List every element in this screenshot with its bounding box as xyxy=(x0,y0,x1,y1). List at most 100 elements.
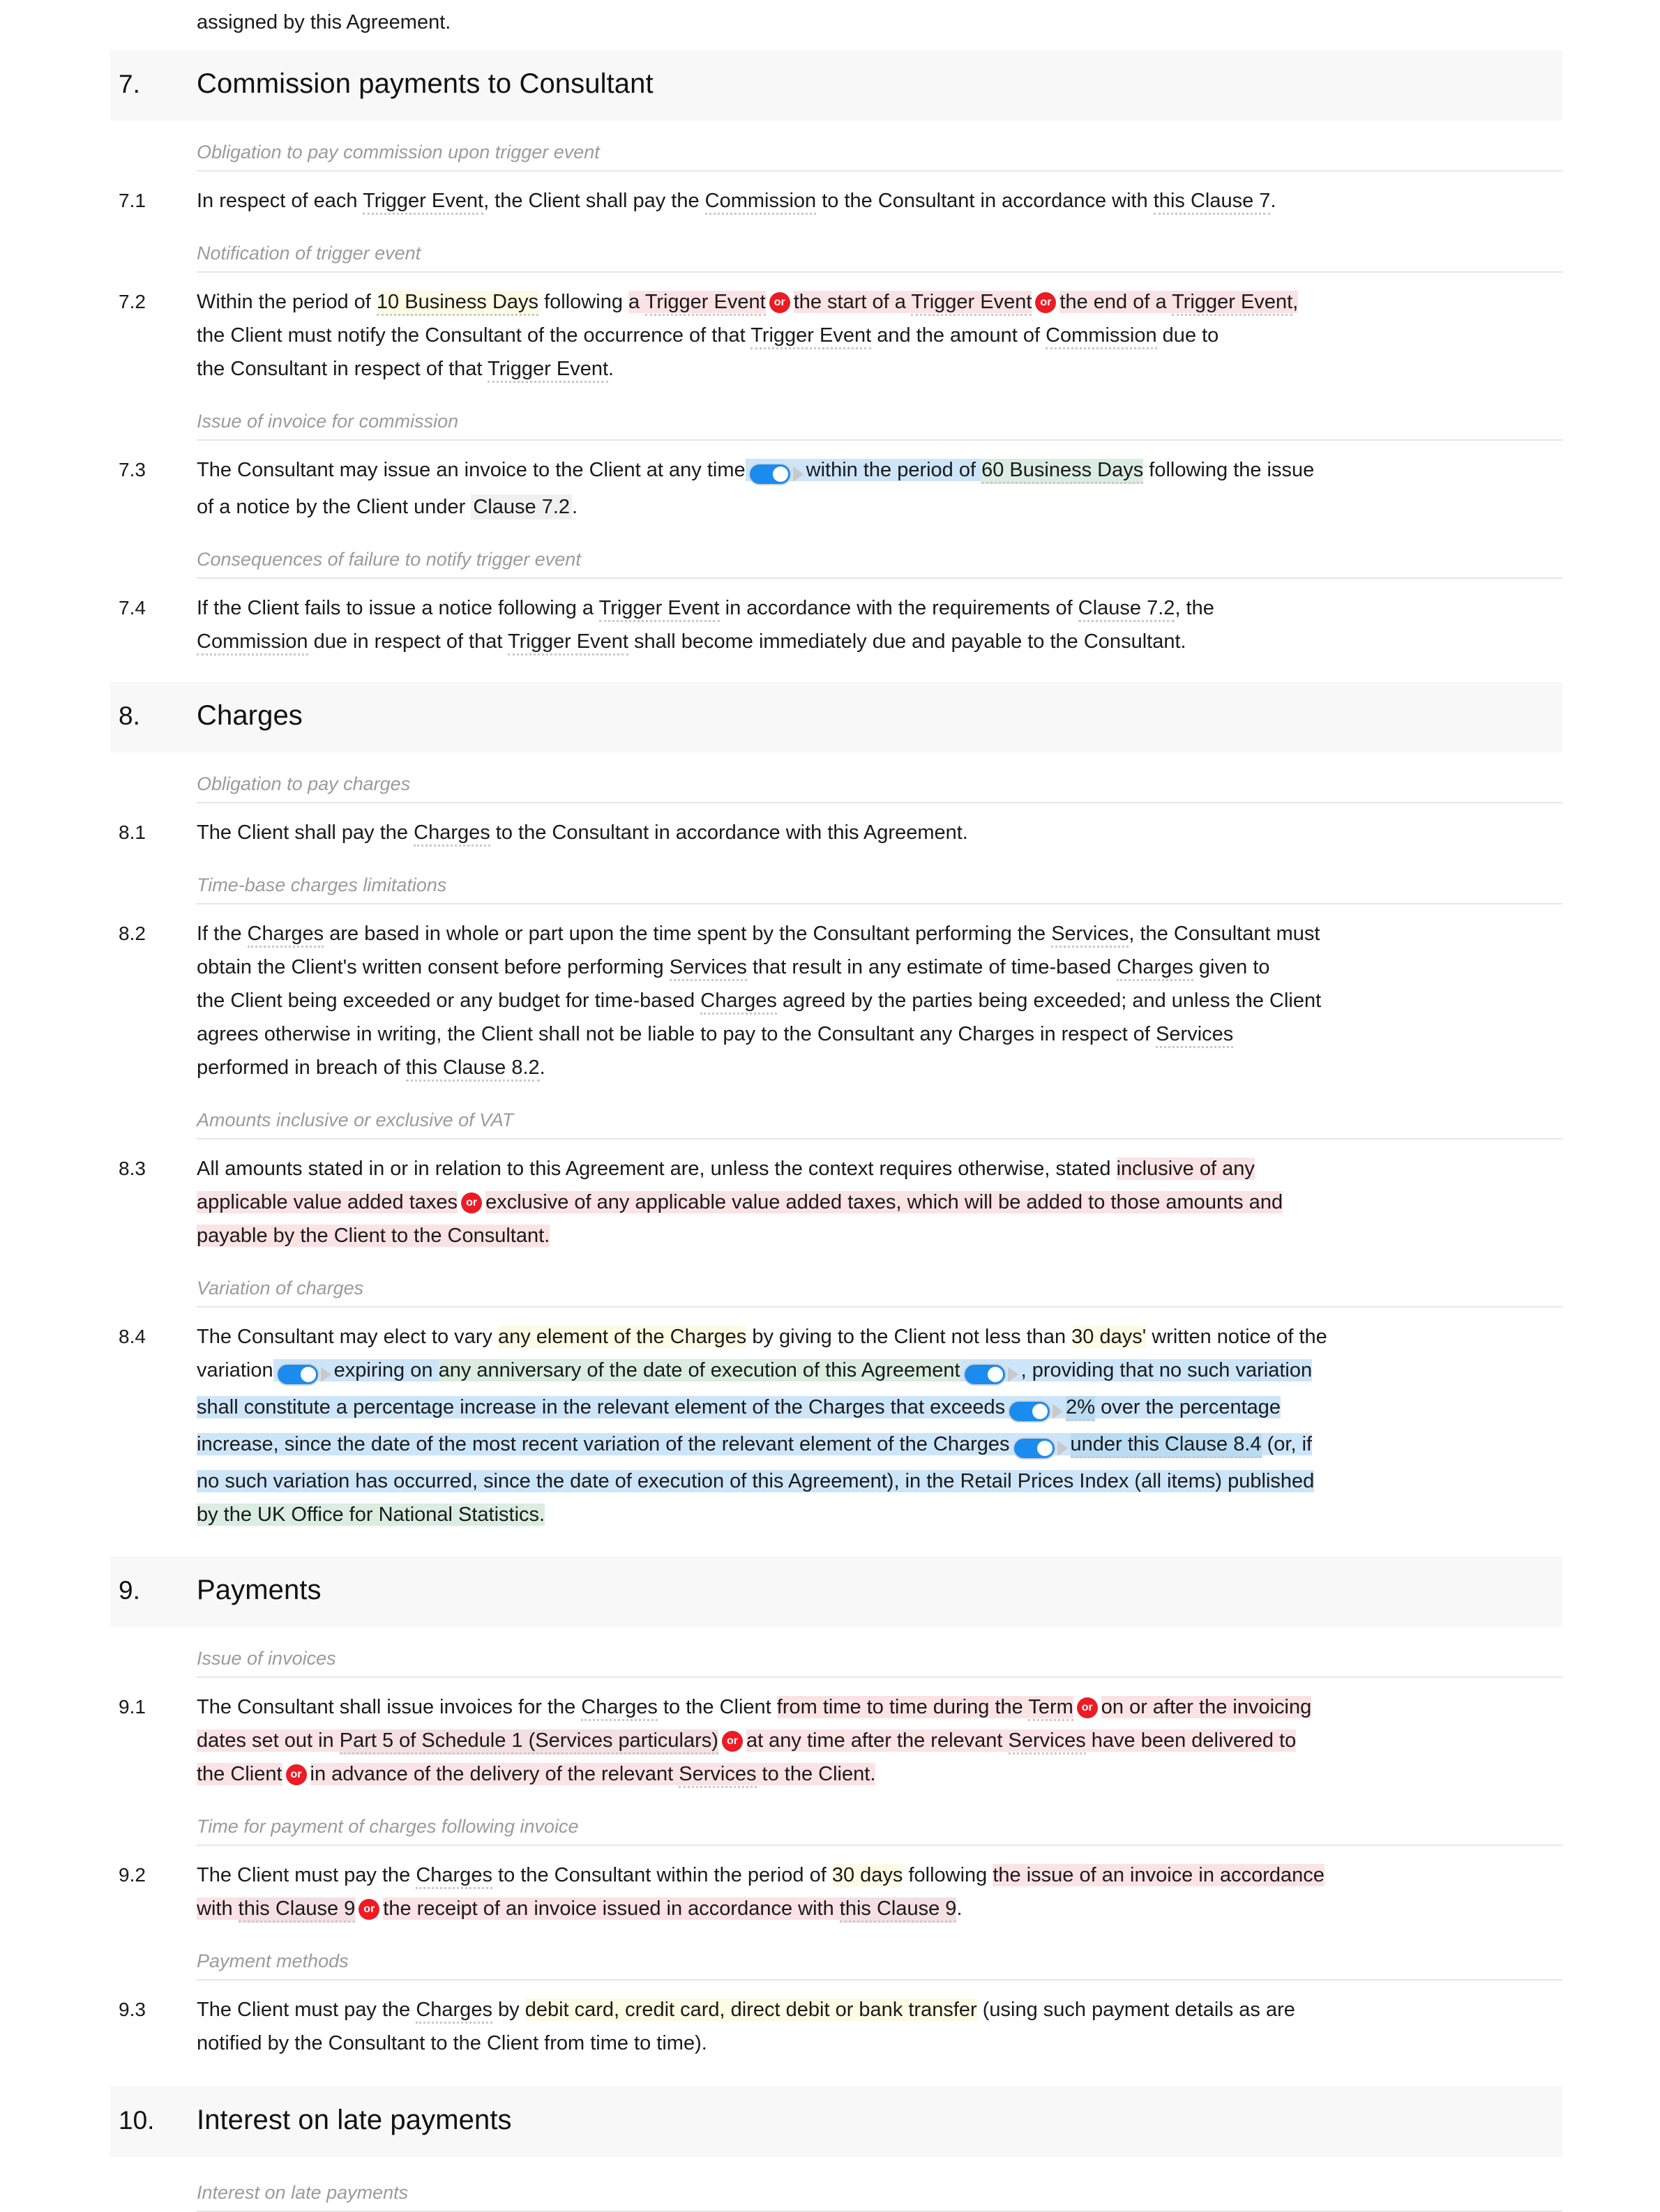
option-1[interactable]: a Trigger Event xyxy=(628,291,766,316)
section-number: 7. xyxy=(119,70,140,98)
option-2-line2[interactable]: dates set out in Part 5 of Schedule 1 (S… xyxy=(197,1729,718,1755)
option-1-line1[interactable]: inclusive of any xyxy=(1116,1158,1255,1180)
defined-term-services[interactable]: Services xyxy=(669,956,747,981)
text-run: dates set out in xyxy=(197,1729,340,1752)
toggle-pill[interactable] xyxy=(1012,1437,1056,1460)
defined-term-services[interactable]: Services xyxy=(1156,1023,1234,1048)
defined-term-services[interactable]: Services xyxy=(679,1763,757,1788)
defined-term-trigger-event[interactable]: Trigger Event xyxy=(750,324,872,349)
defined-term-charges[interactable]: Charges xyxy=(414,821,490,847)
defined-term-trigger-event[interactable]: Trigger Event xyxy=(911,291,1032,316)
toggle-switch[interactable] xyxy=(1008,1394,1064,1427)
defined-term-services[interactable]: Services xyxy=(1008,1729,1086,1755)
option-1-line2[interactable]: applicable value added taxes xyxy=(197,1191,458,1213)
defined-term-commission[interactable]: Commission xyxy=(1046,324,1157,349)
defined-term-trigger-event[interactable]: Trigger Event xyxy=(1172,291,1293,316)
or-badge[interactable]: or xyxy=(461,1192,483,1213)
toggle-pill[interactable] xyxy=(748,463,792,486)
defined-term-trigger-event[interactable]: Trigger Event xyxy=(507,630,628,656)
toggle-pill[interactable] xyxy=(1008,1400,1052,1423)
option-2[interactable]: the start of a Trigger Event xyxy=(793,291,1032,316)
option-3-line1[interactable]: at any time after the relevant Services … xyxy=(746,1729,1297,1755)
or-badge[interactable]: or xyxy=(1035,292,1057,313)
option-2[interactable]: the receipt of an invoice issued in acco… xyxy=(383,1897,957,1923)
optional-block-1[interactable]: expiring on xyxy=(273,1359,439,1386)
text-run: The Consultant may issue an invoice to t… xyxy=(197,459,746,481)
text-run: given to xyxy=(1193,956,1270,978)
or-badge[interactable]: or xyxy=(1076,1697,1098,1718)
defined-term-charges[interactable]: Charges xyxy=(416,1999,492,2024)
toggle-pill[interactable] xyxy=(276,1363,319,1386)
defined-term-charges[interactable]: Charges xyxy=(1117,956,1193,981)
clause-group-label: Payment methods xyxy=(197,1950,349,1971)
defined-term-trigger-event[interactable]: Trigger Event xyxy=(363,190,484,215)
text-run: to the Consultant in accordance with xyxy=(816,190,1154,212)
toggle-switch[interactable] xyxy=(748,457,803,490)
optional-block-2[interactable] xyxy=(960,1359,1021,1386)
clause-7-4: 7.4 If the Client fails to issue a notic… xyxy=(110,579,1562,662)
text-run: to the Consultant in accordance with thi… xyxy=(490,821,968,844)
option-2-line2[interactable]: payable by the Client to the Consultant. xyxy=(197,1225,550,1247)
cross-reference-clause-8-2[interactable]: this Clause 8.2 xyxy=(405,1056,540,1082)
cross-reference-clause-7-2[interactable]: Clause 7.2 xyxy=(1078,597,1175,622)
highlight-60-business-days[interactable]: 60 Business Days xyxy=(981,459,1144,484)
defined-term-term[interactable]: Term xyxy=(1028,1696,1073,1721)
or-badge[interactable]: or xyxy=(285,1764,307,1785)
text-run: The Client must pay the xyxy=(197,1999,416,2021)
highlight-variation-limit[interactable]: shall constitute a percentage increase i… xyxy=(197,1396,1006,1418)
clause-number: 8.4 xyxy=(119,1326,146,1347)
optional-block-4[interactable]: under this Clause 8.4 xyxy=(1009,1433,1262,1460)
text-run: , xyxy=(1292,291,1299,313)
clause-text: All amounts stated in or in relation to … xyxy=(197,1152,1533,1252)
cross-reference-clause-8-4[interactable]: under this Clause 8.4 xyxy=(1070,1433,1262,1458)
text-run: increase, since the date of the most rec… xyxy=(197,1433,1010,1455)
option-1-line2[interactable]: with this Clause 9 xyxy=(197,1897,356,1923)
cross-reference-clause-9[interactable]: this Clause 9 xyxy=(839,1897,957,1923)
highlight-payment-methods[interactable]: debit card, credit card, direct debit or… xyxy=(525,1999,977,2021)
option-1[interactable]: from time to time during the Term xyxy=(776,1696,1073,1721)
toggle-switch[interactable] xyxy=(963,1357,1018,1391)
or-badge[interactable]: or xyxy=(769,292,790,313)
cross-reference-part-5-schedule-1[interactable]: Part 5 of Schedule 1 (Services particula… xyxy=(339,1729,718,1755)
document-content: assigned by this Agreement. 7. Commissio… xyxy=(110,0,1562,2212)
highlight-anniversary[interactable]: any anniversary of the date of execution… xyxy=(438,1359,960,1381)
or-badge[interactable]: or xyxy=(721,1731,743,1752)
defined-term-charges[interactable]: Charges xyxy=(247,923,324,948)
defined-term-charges[interactable]: Charges xyxy=(581,1696,658,1721)
highlight-30-days[interactable]: 30 days' xyxy=(1071,1326,1147,1348)
text-run: . xyxy=(608,358,614,380)
option-4[interactable]: in advance of the delivery of the releva… xyxy=(310,1763,876,1788)
cross-reference-clause-9[interactable]: this Clause 9 xyxy=(238,1897,356,1923)
clause-text: Within the period of 10 Business Days fo… xyxy=(197,285,1533,386)
highlight-10-business-days[interactable]: 10 Business Days xyxy=(376,291,539,316)
option-3-line2[interactable]: the Client xyxy=(197,1763,282,1785)
clause-group-label: Obligation to pay commission upon trigge… xyxy=(197,142,600,162)
toggle-switch[interactable] xyxy=(1012,1431,1068,1464)
text-run: performed in breach of xyxy=(197,1056,406,1079)
defined-term-charges[interactable]: Charges xyxy=(416,1864,492,1889)
text-run: have been delivered to xyxy=(1085,1729,1297,1752)
or-badge[interactable]: or xyxy=(359,1899,380,1920)
optional-block-3[interactable]: 2% xyxy=(1005,1396,1096,1423)
defined-term-commission[interactable]: Commission xyxy=(704,190,817,215)
defined-term-commission[interactable]: Commission xyxy=(197,630,308,656)
highlight-30-days[interactable]: 30 days xyxy=(831,1864,903,1886)
defined-term-services[interactable]: Services xyxy=(1051,923,1129,948)
clause-text: The Client must pay the Charges to the C… xyxy=(197,1858,1533,1925)
toggle-pill[interactable] xyxy=(963,1363,1006,1386)
defined-term-trigger-event[interactable]: Trigger Event xyxy=(644,291,766,316)
optional-block[interactable]: within the period of xyxy=(745,459,982,486)
clause-8-2: 8.2 If the Charges are based in whole or… xyxy=(110,904,1562,1089)
option-3[interactable]: the end of a Trigger Event, xyxy=(1059,291,1299,316)
option-1-line1[interactable]: the issue of an invoice in accordance xyxy=(993,1864,1325,1886)
toggle-switch[interactable] xyxy=(276,1357,331,1391)
highlight-any-element-of-charges[interactable]: any element of the Charges xyxy=(497,1326,747,1348)
defined-term-trigger-event[interactable]: Trigger Event xyxy=(598,597,720,622)
cross-reference-clause-7[interactable]: this Clause 7 xyxy=(1153,190,1271,215)
defined-term-charges[interactable]: Charges xyxy=(700,990,777,1015)
option-2-line1[interactable]: exclusive of any applicable value added … xyxy=(485,1191,1283,1213)
defined-term-trigger-event[interactable]: Trigger Event xyxy=(488,358,609,383)
option-2-line1[interactable]: on or after the invoicing xyxy=(1101,1696,1312,1718)
highlight-2-percent[interactable]: 2% xyxy=(1066,1396,1096,1421)
cross-reference-clause-7-2[interactable]: Clause 7.2 xyxy=(471,494,573,520)
